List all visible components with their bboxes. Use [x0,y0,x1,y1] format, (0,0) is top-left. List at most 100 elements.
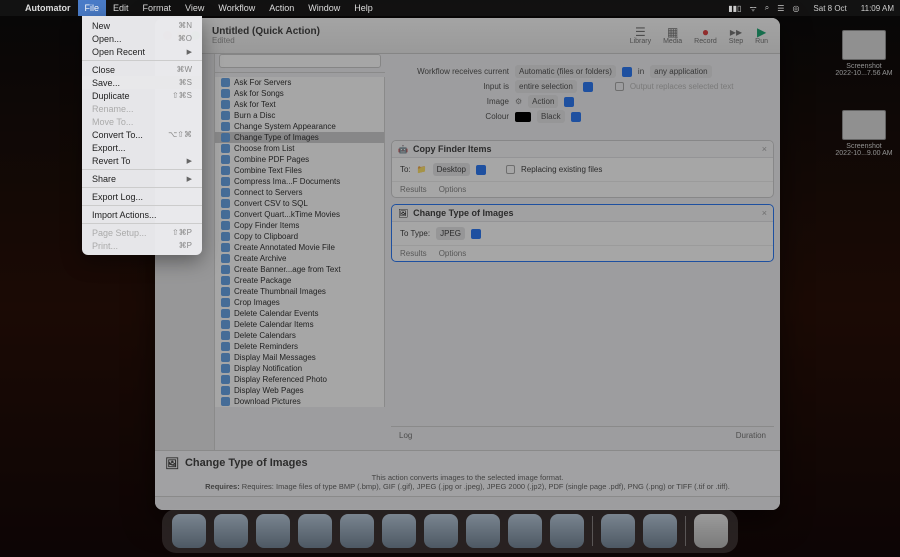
action-list-item[interactable]: Choose from List [215,143,384,154]
output-replace-checkbox[interactable] [615,82,624,91]
action-list-item[interactable]: Create Annotated Movie File [215,242,384,253]
action-list-item[interactable]: Delete Calendars [215,330,384,341]
colour-popup[interactable]: Black [537,110,565,123]
help-menu[interactable]: Help [347,0,380,16]
chrome-icon[interactable] [466,514,500,548]
photos-icon[interactable] [340,514,374,548]
action-list-item[interactable]: Burn a Disc [215,110,384,121]
action-list-item[interactable]: Connect to Servers [215,187,384,198]
action-list-item[interactable]: Delete Calendar Events [215,308,384,319]
destination-popup[interactable]: Desktop [433,163,470,176]
settings-icon[interactable] [550,514,584,548]
menu-item[interactable]: Save...⌘S [82,76,202,89]
image-popup[interactable]: Action [528,95,558,108]
menu-item[interactable]: Convert To...⌥⇧⌘ [82,128,202,141]
close-icon[interactable]: × [762,208,767,218]
type-popup[interactable]: JPEG [436,227,465,240]
action-list-item[interactable]: Compress Ima...F Documents [215,176,384,187]
desktop-file[interactable]: Screenshot 2022-10...9.00 AM [834,110,894,157]
action-list-item[interactable]: Create Banner...age from Text [215,264,384,275]
menu-item[interactable]: Open...⌘O [82,32,202,45]
action-list-item[interactable]: Combine Text Files [215,165,384,176]
action-list[interactable]: Ask For ServersAsk for SongsAsk for Text… [215,77,385,407]
media-button[interactable]: ▦Media [659,26,686,45]
edit-menu[interactable]: Edit [106,0,136,16]
action-list-item[interactable]: Create Archive [215,253,384,264]
step-button[interactable]: ▸▸Step [725,26,747,45]
action-list-item[interactable]: Copy to Clipboard [215,231,384,242]
action-list-item[interactable]: Delete Reminders [215,341,384,352]
search-input[interactable] [219,54,381,68]
brave-icon[interactable] [424,514,458,548]
run-button[interactable]: ▶Run [751,26,772,45]
maps-icon[interactable] [256,514,290,548]
replace-checkbox[interactable] [506,165,515,174]
workflow-menu[interactable]: Workflow [211,0,262,16]
options-tab[interactable]: Options [439,249,467,258]
options-tab[interactable]: Options [439,185,467,194]
action-list-item[interactable]: Combine PDF Pages [215,154,384,165]
library-button[interactable]: ☰Library [626,26,655,45]
dock-app-icon[interactable] [601,514,635,548]
status-icons: ▮▮▯ ᯤ ⌕ ☰ ◎ Sat 8 Oct 11:09 AM [728,3,894,14]
action-list-item[interactable]: Display Referenced Photo [215,374,384,385]
action-list-item[interactable]: Display Mail Messages [215,352,384,363]
action-list-item[interactable]: Copy Finder Items [215,220,384,231]
menu-item[interactable]: New⌘N [82,19,202,32]
action-list-item[interactable]: Display Notification [215,363,384,374]
control-center-icon[interactable]: ☰ [777,4,784,13]
stocks-icon[interactable] [298,514,332,548]
close-icon[interactable]: × [762,144,767,154]
notes-icon[interactable] [382,514,416,548]
siri-icon[interactable]: ◎ [792,4,799,13]
action-list-item[interactable]: Crop Images [215,297,384,308]
results-tab[interactable]: Results [400,249,427,258]
clock-time: 11:09 AM [861,4,894,13]
menu-item[interactable]: Export... [82,141,202,154]
menu-item[interactable]: Duplicate⇧⌘S [82,89,202,102]
trash-icon[interactable] [694,514,728,548]
action-list-item[interactable]: Convert CSV to SQL [215,198,384,209]
dock[interactable] [162,509,738,553]
action-card-change-type[interactable]: 🖼Change Type of Images× To Type:JPEG Res… [391,204,774,262]
app-popup[interactable]: any application [650,65,711,78]
action-list-item[interactable]: Delete Calendar Items [215,319,384,330]
finder-icon[interactable] [172,514,206,548]
action-list-item[interactable]: Create Thumbnail Images [215,286,384,297]
receives-popup[interactable]: Automatic (files or folders) [515,65,616,78]
automator-window: Untitled (Quick Action) Edited ☰Library … [155,18,780,510]
app-menu[interactable]: Automator [18,0,78,16]
action-list-item[interactable]: Create Package [215,275,384,286]
action-list-item[interactable]: Change System Appearance [215,121,384,132]
action-list-item[interactable]: Ask For Servers [215,77,384,88]
action-list-item[interactable]: Display Web Pages [215,385,384,396]
dock-app-icon[interactable] [643,514,677,548]
action-list-item[interactable]: Convert Quart...kTime Movies [215,209,384,220]
colour-swatch[interactable] [515,112,531,122]
action-list-item[interactable]: Ask for Songs [215,88,384,99]
menu-item[interactable]: Open Recent▶ [82,45,202,58]
appstore-icon[interactable] [508,514,542,548]
file-menu-dropdown[interactable]: New⌘NOpen...⌘OOpen Recent▶ Close⌘WSave...… [82,16,202,255]
search-icon[interactable]: ⌕ [765,3,769,13]
window-menu[interactable]: Window [301,0,347,16]
results-tab[interactable]: Results [400,185,427,194]
action-list-item[interactable]: Change Type of Images [215,132,384,143]
desktop-file[interactable]: Screenshot 2022-10...7.56 AM [834,30,894,77]
file-menu[interactable]: File [78,0,107,16]
menu-item[interactable]: Close⌘W [82,63,202,76]
record-button[interactable]: ●Record [690,26,721,45]
menu-item[interactable]: Share▶ [82,172,202,185]
action-menu[interactable]: Action [262,0,301,16]
launchpad-icon[interactable] [214,514,248,548]
menu-item[interactable]: Revert To▶ [82,154,202,167]
action-card-copy-finder[interactable]: 🤖Copy Finder Items× To:📁DesktopReplacing… [391,140,774,198]
action-list-item[interactable]: Download Pictures [215,396,384,407]
menu-item: Page Setup...⇧⌘P [82,226,202,239]
input-popup[interactable]: entire selection [515,80,577,93]
format-menu[interactable]: Format [136,0,179,16]
menu-item[interactable]: Import Actions... [82,208,202,221]
view-menu[interactable]: View [178,0,211,16]
menu-item[interactable]: Export Log... [82,190,202,203]
action-list-item[interactable]: Ask for Text [215,99,384,110]
